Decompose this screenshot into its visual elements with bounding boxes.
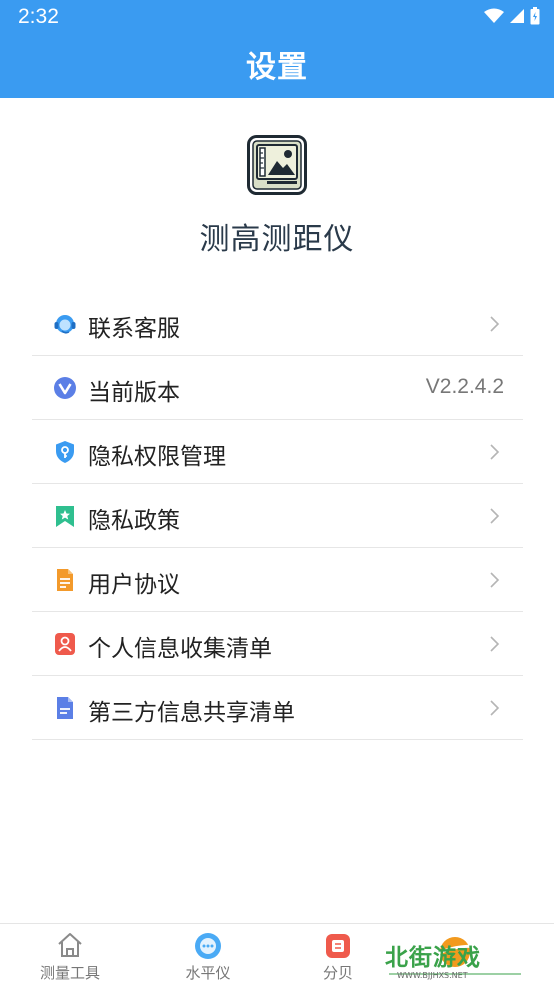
settings-item-label: 用户协议 [88, 572, 180, 598]
settings-item-customer-service[interactable]: 联系客服 [32, 292, 523, 356]
chevron-right-icon [490, 572, 500, 588]
settings-item-privacy-permissions[interactable]: 隐私权限管理 [32, 420, 523, 484]
version-icon [54, 377, 76, 399]
settings-item-label: 当前版本 [88, 380, 180, 406]
chevron-right-icon [490, 316, 500, 332]
bookmark-star-icon [56, 506, 74, 527]
watermark-url: WWW.BJJHXS.NET [397, 971, 468, 980]
page-title: 设置 [246, 50, 308, 85]
nav-tab-decibel[interactable]: 分贝 [278, 924, 398, 984]
settings-item-label: 隐私权限管理 [88, 444, 226, 470]
level-icon [195, 933, 221, 959]
chevron-right-icon [490, 636, 500, 652]
status-icons [484, 7, 540, 25]
chevron-right-icon [490, 444, 500, 460]
status-bar: 2:32 [0, 0, 554, 34]
watermark-text: 北街游戏 [385, 945, 481, 971]
decibel-icon [326, 934, 350, 958]
status-time: 2:32 [18, 5, 59, 28]
app-header: 2:32 设置 [0, 0, 554, 98]
settings-item-label: 个人信息收集清单 [88, 636, 272, 662]
person-card-icon [55, 633, 75, 655]
settings-list: 联系客服 当前版本 V2.2.4.2 隐私权限管理 隐私政策 用户协议 个人信息… [32, 292, 523, 740]
app-name: 测高测距仪 [199, 222, 355, 257]
version-value: V2.2.4.2 [425, 375, 504, 398]
wifi-icon [484, 8, 504, 23]
settings-item-personal-info-list[interactable]: 个人信息收集清单 [32, 612, 523, 676]
settings-item-user-agreement[interactable]: 用户协议 [32, 548, 523, 612]
app-logo-icon [247, 135, 307, 195]
signal-icon [510, 9, 524, 23]
document-icon [57, 569, 73, 591]
settings-item-third-party-sharing-list[interactable]: 第三方信息共享清单 [32, 676, 523, 740]
settings-item-label: 联系客服 [88, 316, 180, 342]
home-icon [58, 933, 82, 957]
settings-item-current-version[interactable]: 当前版本 V2.2.4.2 [32, 356, 523, 420]
settings-item-privacy-policy[interactable]: 隐私政策 [32, 484, 523, 548]
nav-tab-label: 分贝 [322, 964, 353, 982]
shield-key-icon [56, 441, 74, 463]
file-list-icon [57, 697, 73, 719]
chevron-right-icon [490, 508, 500, 524]
settings-item-label: 第三方信息共享清单 [88, 700, 295, 726]
nav-tab-measure-tools[interactable]: 测量工具 [10, 924, 130, 984]
nav-tab-level[interactable]: 水平仪 [148, 924, 268, 984]
battery-icon [530, 7, 540, 25]
settings-item-label: 隐私政策 [88, 508, 180, 534]
watermark-logo: 北街游戏 WWW.BJJHXS.NET [385, 934, 525, 982]
chevron-right-icon [490, 700, 500, 716]
nav-tab-label: 水平仪 [185, 964, 231, 982]
nav-tab-label: 测量工具 [39, 964, 100, 982]
headset-icon [54, 315, 76, 334]
